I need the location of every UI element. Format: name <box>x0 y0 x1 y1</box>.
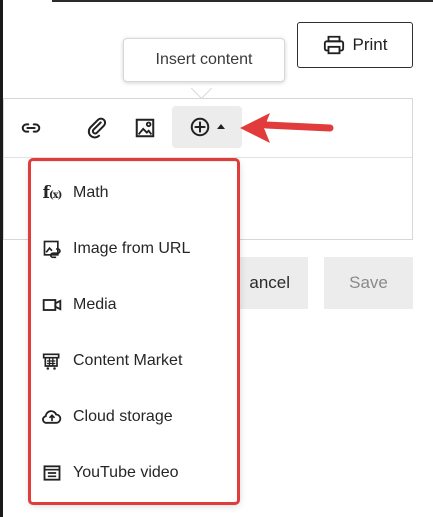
insert-content-menu: f(x) Math Image from URL Media Content M… <box>31 162 238 502</box>
math-function-icon: f(x) <box>42 183 63 203</box>
menu-item-label: Cloud storage <box>73 408 173 425</box>
menu-item-label: Math <box>73 184 109 201</box>
printer-icon <box>323 35 344 55</box>
image-link-icon <box>41 238 63 260</box>
top-divider <box>52 0 433 2</box>
editor-toolbar <box>4 99 412 158</box>
tooltip-text: Insert content <box>155 51 253 68</box>
menu-item-youtube-video[interactable]: YouTube video <box>31 445 238 501</box>
paperclip-icon[interactable] <box>84 115 110 141</box>
red-arrow-icon <box>240 113 334 143</box>
youtube-video-icon <box>41 462 63 484</box>
cart-icon <box>41 350 63 372</box>
video-camera-icon <box>41 294 63 316</box>
menu-item-content-market[interactable]: Content Market <box>31 333 238 389</box>
save-button[interactable]: Save <box>324 257 413 309</box>
print-label: Print <box>352 35 388 54</box>
cancel-button[interactable]: ancel <box>228 257 308 309</box>
insert-content-button[interactable] <box>172 106 242 148</box>
menu-item-media[interactable]: Media <box>31 277 238 333</box>
menu-item-label: Media <box>73 296 117 313</box>
link-icon[interactable] <box>18 115 44 141</box>
insert-content-tooltip: Insert content <box>123 38 285 82</box>
cloud-upload-icon <box>41 406 63 428</box>
caret-up-icon <box>217 124 225 129</box>
cancel-label: ancel <box>249 273 290 292</box>
print-button[interactable]: Print <box>297 22 413 68</box>
plus-circle-icon <box>190 117 210 137</box>
menu-item-cloud-storage[interactable]: Cloud storage <box>31 389 238 445</box>
menu-item-image-from-url[interactable]: Image from URL <box>31 221 238 277</box>
save-label: Save <box>349 273 388 292</box>
menu-item-math[interactable]: f(x) Math <box>31 165 238 221</box>
menu-item-label: Image from URL <box>73 240 191 257</box>
menu-item-label: Content Market <box>73 352 183 369</box>
menu-item-label: YouTube video <box>73 464 179 481</box>
image-icon[interactable] <box>132 115 158 141</box>
page-left-border <box>0 0 3 517</box>
